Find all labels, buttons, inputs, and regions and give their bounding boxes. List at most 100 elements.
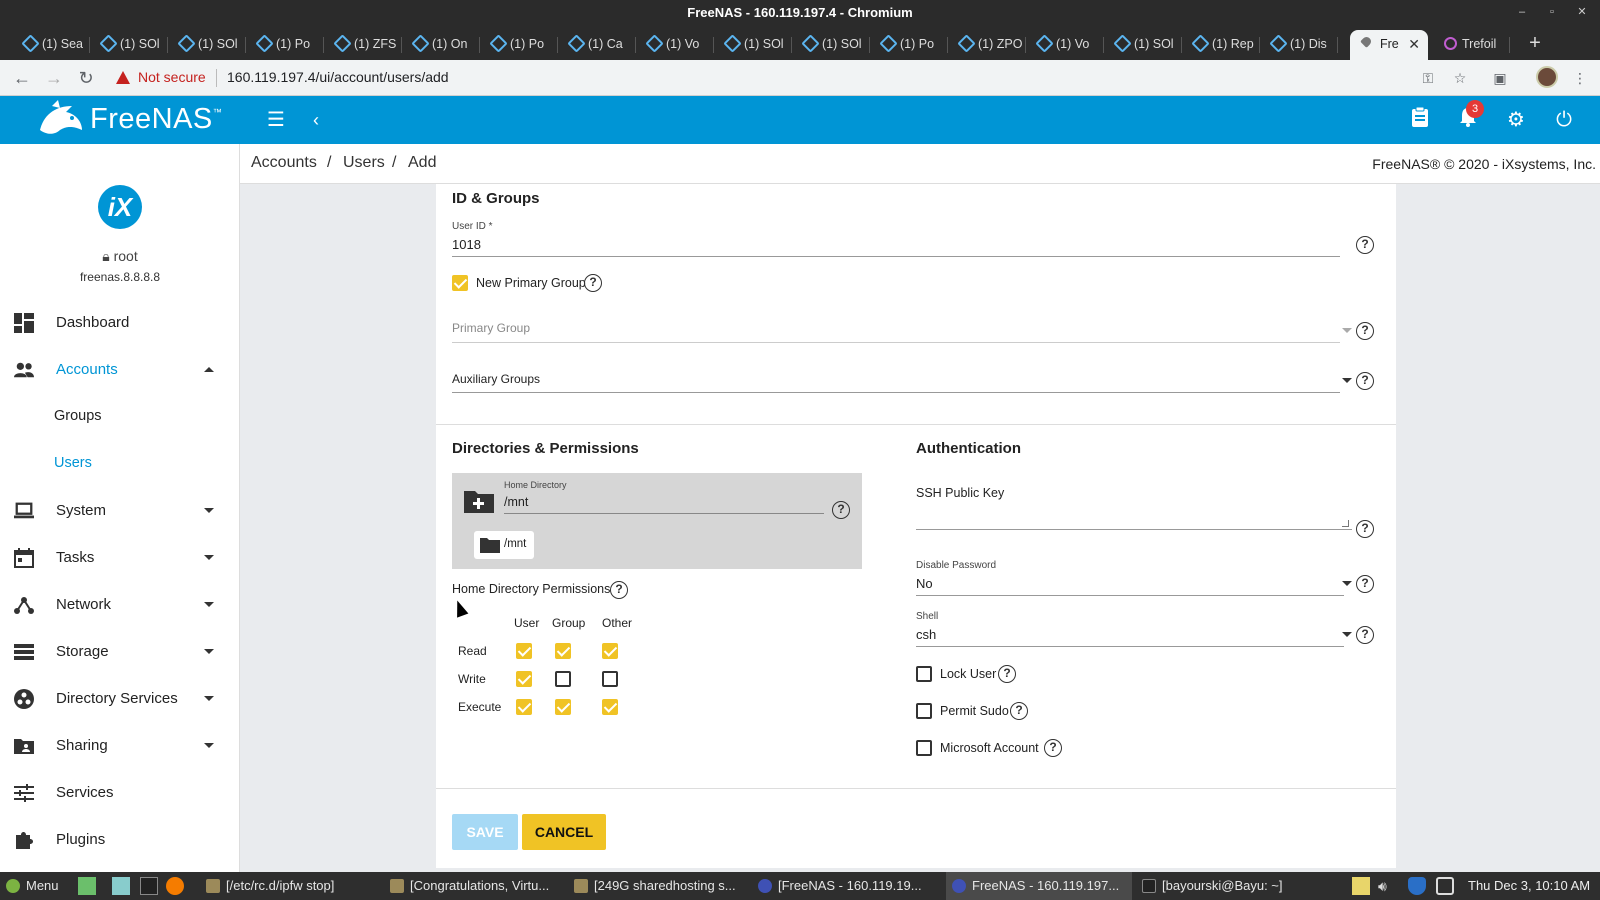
key-icon[interactable]: ⚿ <box>1418 68 1438 88</box>
start-menu-button[interactable]: Menu <box>0 872 74 900</box>
browser-tab[interactable]: (1) Sea <box>12 30 90 60</box>
sidebar-item-dashboard[interactable]: Dashboard <box>0 300 240 346</box>
sidebar-item-accounts[interactable]: Accounts <box>0 347 240 393</box>
url-field[interactable]: 160.119.197.4/ui/account/users/add <box>227 69 449 85</box>
browser-tab[interactable]: (1) On <box>402 30 480 60</box>
browser-tab[interactable]: (1) SOl <box>1104 30 1182 60</box>
folder-chip[interactable]: /mnt <box>474 531 534 559</box>
volume-icon[interactable]: 🔊︎ <box>1378 877 1396 895</box>
disable-password-select[interactable]: No <box>916 576 933 591</box>
browser-tab[interactable]: (1) SOl <box>168 30 246 60</box>
freenas-logo[interactable]: FreeNAS™ <box>0 96 240 144</box>
permit-sudo-checkbox[interactable] <box>916 703 932 719</box>
browser-tab[interactable]: (1) Vo <box>1026 30 1104 60</box>
clipboard-icon[interactable] <box>1406 106 1434 134</box>
browser-tab[interactable]: (1) Dis <box>1260 30 1338 60</box>
taskbar-window[interactable]: [bayourski@Bayu: ~] <box>1136 872 1316 900</box>
save-button[interactable]: SAVE <box>452 814 518 850</box>
browser-tab[interactable]: (1) SOl <box>792 30 870 60</box>
star-icon[interactable]: ☆ <box>1450 68 1470 88</box>
taskbar-window-active[interactable]: FreeNAS - 160.119.197... <box>946 872 1132 900</box>
power-icon[interactable]: ⏻ <box>1550 106 1578 134</box>
notifications-bell-icon[interactable]: 3 <box>1454 100 1484 134</box>
auxiliary-groups-select[interactable]: Auxiliary Groups <box>452 372 540 386</box>
collapse-back-icon[interactable]: ‹ <box>302 106 330 134</box>
new-primary-group-checkbox[interactable] <box>452 275 468 291</box>
perm-user-read-checkbox[interactable] <box>516 643 532 659</box>
help-icon[interactable]: ? <box>1010 702 1028 720</box>
microsoft-account-checkbox[interactable] <box>916 740 932 756</box>
sidebar-item-system[interactable]: System <box>0 488 240 534</box>
browser-tab[interactable]: (1) ZPO <box>948 30 1026 60</box>
minimize-icon[interactable]: – <box>1508 0 1536 26</box>
browser-tab[interactable]: (1) SOl <box>714 30 792 60</box>
perm-group-write-checkbox[interactable] <box>555 671 571 687</box>
help-icon[interactable]: ? <box>1356 322 1374 340</box>
browser-tab[interactable]: (1) ZFS <box>324 30 402 60</box>
files-icon[interactable] <box>78 877 96 895</box>
notes-icon[interactable] <box>1352 877 1370 895</box>
taskbar-window[interactable]: [249G sharedhosting s... <box>568 872 748 900</box>
help-icon[interactable]: ? <box>832 501 850 519</box>
security-indicator[interactable]: Not secure <box>116 69 206 85</box>
help-icon[interactable]: ? <box>998 665 1016 683</box>
reload-icon[interactable]: ↻ <box>74 66 98 90</box>
sidebar-item-directory-services[interactable]: Directory Services <box>0 676 240 722</box>
new-tab-icon[interactable]: + <box>1522 30 1548 58</box>
terminal-icon[interactable] <box>140 877 158 895</box>
maximize-icon[interactable]: ▫ <box>1538 0 1566 26</box>
shell-select[interactable]: csh <box>916 627 936 642</box>
browser-tab[interactable]: Trefoil <box>1432 30 1510 60</box>
window-icon[interactable] <box>1436 877 1454 895</box>
sidebar-item-storage[interactable]: Storage <box>0 629 240 675</box>
browser-tab-active[interactable]: Fre ✕ <box>1350 30 1428 60</box>
hamburger-menu-icon[interactable]: ☰ <box>262 106 290 134</box>
sidebar-item-users[interactable]: Users <box>0 441 240 487</box>
browser-tab[interactable]: (1) Po <box>480 30 558 60</box>
browser-tab[interactable]: (1) SOl <box>90 30 168 60</box>
home-directory-input[interactable]: /mnt <box>504 495 528 509</box>
user-id-input[interactable]: 1018 <box>452 237 481 252</box>
close-tab-icon[interactable]: ✕ <box>1408 30 1420 58</box>
taskbar-window[interactable]: [Congratulations, Virtu... <box>384 872 564 900</box>
firefox-icon[interactable] <box>166 877 184 895</box>
perm-other-execute-checkbox[interactable] <box>602 699 618 715</box>
sidebar-item-groups[interactable]: Groups <box>0 394 240 440</box>
perm-user-write-checkbox[interactable] <box>516 671 532 687</box>
extension-icon[interactable]: ▣ <box>1490 68 1510 88</box>
breadcrumb-accounts[interactable]: Accounts <box>251 154 317 172</box>
close-window-icon[interactable]: ✕ <box>1568 0 1596 26</box>
sidebar-item-sharing[interactable]: Sharing <box>0 723 240 769</box>
help-icon[interactable]: ? <box>1356 520 1374 538</box>
perm-user-execute-checkbox[interactable] <box>516 699 532 715</box>
folder-icon[interactable] <box>112 877 130 895</box>
sidebar-item-plugins[interactable]: Plugins <box>0 817 240 863</box>
help-icon[interactable]: ? <box>1356 236 1374 254</box>
menu-kebab-icon[interactable]: ⋮ <box>1570 68 1590 88</box>
perm-other-read-checkbox[interactable] <box>602 643 618 659</box>
ssh-public-key-textarea[interactable] <box>916 504 1352 528</box>
breadcrumb-users[interactable]: Users <box>343 154 385 172</box>
forward-icon[interactable]: → <box>42 66 66 90</box>
perm-other-write-checkbox[interactable] <box>602 671 618 687</box>
lock-user-checkbox[interactable] <box>916 666 932 682</box>
help-icon[interactable]: ? <box>1356 626 1374 644</box>
browser-tab[interactable]: (1) Ca <box>558 30 636 60</box>
sidebar-item-tasks[interactable]: Tasks <box>0 535 240 581</box>
help-icon[interactable]: ? <box>610 581 628 599</box>
browser-tab[interactable]: (1) Vo <box>636 30 714 60</box>
sidebar-item-services[interactable]: Services <box>0 770 240 816</box>
browser-tab[interactable]: (1) Po <box>246 30 324 60</box>
profile-avatar[interactable] <box>1536 66 1558 88</box>
browser-tab[interactable]: (1) Po <box>870 30 948 60</box>
folder-add-icon[interactable] <box>464 489 494 513</box>
help-icon[interactable]: ? <box>1356 575 1374 593</box>
shield-icon[interactable] <box>1408 877 1426 895</box>
help-icon[interactable]: ? <box>1356 372 1374 390</box>
primary-group-select[interactable]: Primary Group <box>452 321 530 335</box>
taskbar-window[interactable]: [FreeNAS - 160.119.19... <box>752 872 942 900</box>
taskbar-window[interactable]: [/etc/rc.d/ipfw stop] <box>200 872 380 900</box>
resize-handle[interactable] <box>1342 520 1349 527</box>
back-icon[interactable]: ← <box>10 66 34 90</box>
sidebar-item-network[interactable]: Network <box>0 582 240 628</box>
